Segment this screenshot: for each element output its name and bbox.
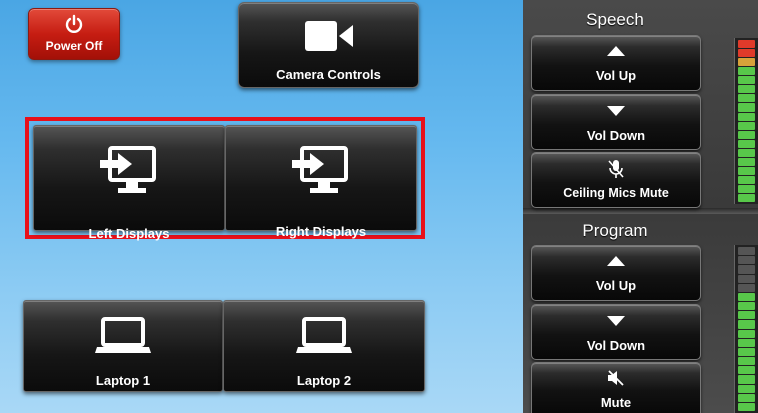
program-title: Program: [582, 221, 648, 240]
left-displays-button[interactable]: Left Displays: [33, 125, 225, 241]
display-input-icon: [292, 146, 348, 193]
speech-vol-up-label: Vol Up: [595, 68, 637, 83]
right-displays-button[interactable]: Right Displays: [225, 125, 417, 239]
laptop-2-button[interactable]: Laptop 2: [223, 300, 425, 392]
camera-controls-button[interactable]: Camera Controls: [238, 2, 419, 88]
program-vol-up-label: Vol Up: [595, 278, 637, 293]
laptop-1-label: Laptop 1: [95, 373, 151, 388]
speech-level-meter: [734, 38, 758, 204]
program-level-meter: [734, 245, 758, 413]
video-camera-icon: [304, 21, 353, 51]
speech-vol-up-button[interactable]: Vol Up: [531, 35, 701, 91]
panel-divider: [523, 208, 758, 214]
ceiling-mics-mute-label: Ceiling Mics Mute: [563, 186, 669, 200]
laptop-1-button[interactable]: Laptop 1: [23, 300, 223, 392]
left-displays-label: Left Displays: [88, 226, 170, 241]
program-vol-down-label: Vol Down: [586, 338, 646, 353]
arrow-down-icon: [607, 316, 625, 326]
displays-group: Left Displays Right Displays: [25, 117, 425, 241]
program-mute-label: Mute: [600, 395, 632, 410]
speech-vol-down-button[interactable]: Vol Down: [531, 94, 701, 150]
speaker-mute-icon: [608, 370, 624, 386]
power-off-label: Power Off: [45, 39, 103, 53]
speech-title: Speech: [586, 10, 644, 29]
program-vol-up-button[interactable]: Vol Up: [531, 245, 701, 301]
microphone-mute-icon: [608, 160, 624, 178]
program-mute-button[interactable]: Mute: [531, 362, 701, 413]
laptop-icon: [296, 317, 352, 353]
laptop-2-label: Laptop 2: [296, 373, 352, 388]
power-off-button[interactable]: Power Off: [28, 8, 120, 60]
arrow-up-icon: [607, 256, 625, 266]
display-input-icon: [100, 146, 156, 193]
arrow-down-icon: [607, 106, 625, 116]
speech-vol-down-label: Vol Down: [586, 128, 646, 143]
power-icon: [65, 14, 83, 33]
arrow-up-icon: [607, 46, 625, 56]
program-vol-down-button[interactable]: Vol Down: [531, 304, 701, 360]
ceiling-mics-mute-button[interactable]: Ceiling Mics Mute: [531, 152, 701, 208]
laptop-icon: [95, 317, 151, 353]
camera-controls-label: Camera Controls: [276, 67, 381, 82]
right-displays-label: Right Displays: [275, 224, 367, 239]
